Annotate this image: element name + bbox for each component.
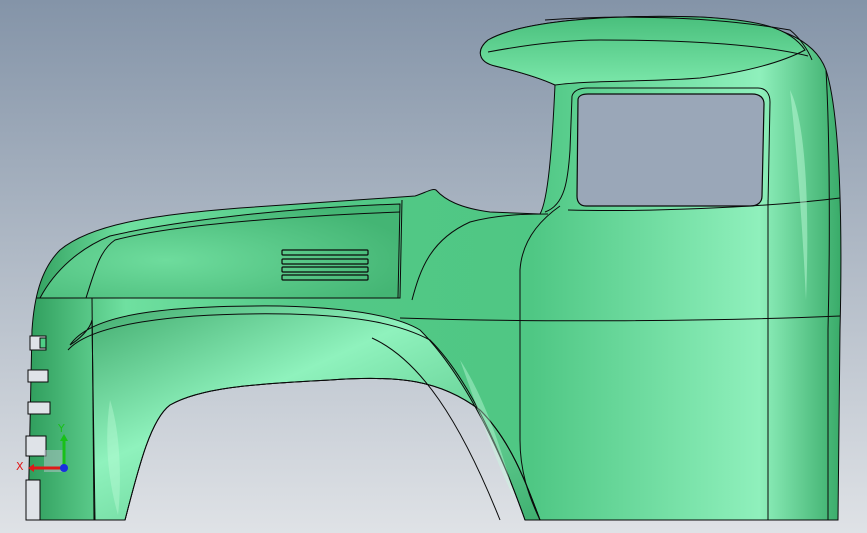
triad-x-label: X <box>16 460 24 473</box>
model-scene[interactable]: X Y <box>0 0 867 533</box>
triad-z-axis <box>60 464 68 472</box>
grille-slot <box>25 435 47 457</box>
grille-slot <box>39 337 47 349</box>
grille-slot <box>27 369 49 383</box>
cad-3d-viewport[interactable]: X Y <box>0 0 867 533</box>
triad-y-label: Y <box>57 422 65 435</box>
grille-slot <box>27 401 51 415</box>
cab-window[interactable] <box>576 93 765 207</box>
grille-slot <box>25 479 41 521</box>
